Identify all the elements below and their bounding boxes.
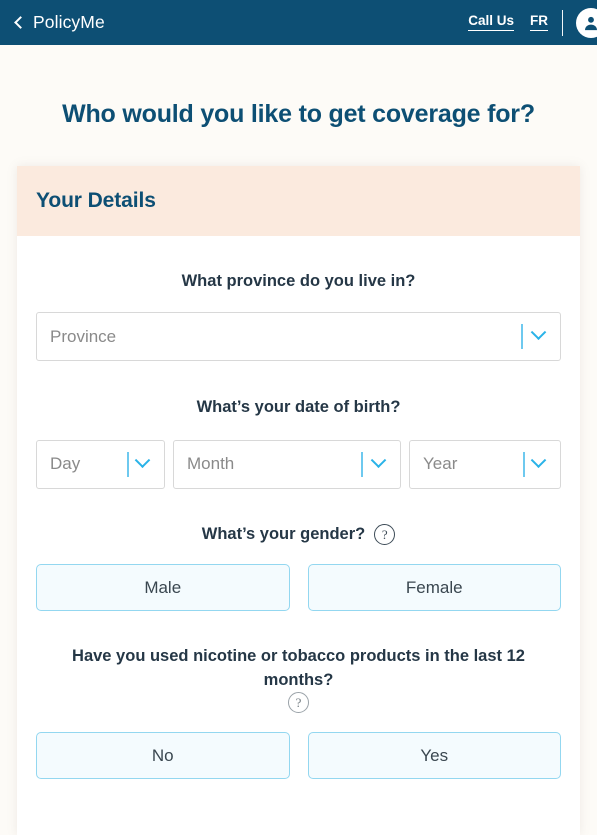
nicotine-question: Have you used nicotine or tobacco produc… — [36, 645, 561, 714]
dob-month-value: Month — [187, 454, 235, 474]
header-divider — [562, 9, 563, 36]
call-us-link[interactable]: Call Us — [468, 13, 514, 31]
select-divider — [360, 451, 363, 477]
gender-option-female[interactable]: Female — [307, 564, 561, 612]
back-chevron-icon[interactable] — [14, 16, 27, 29]
dob-question-text: What’s your date of birth? — [196, 398, 401, 417]
chevron-down-icon[interactable] — [530, 324, 547, 341]
language-toggle-fr[interactable]: FR — [530, 13, 548, 31]
dob-question: What’s your date of birth? — [36, 396, 561, 419]
app-header: PolicyMe Call Us FR — [0, 0, 597, 45]
select-divider — [126, 451, 129, 477]
card-banner: Your Details — [17, 166, 580, 236]
question-mark-icon-gender[interactable]: ? — [374, 524, 396, 546]
card-banner-title: Your Details — [36, 189, 156, 212]
gender-question: What’s your gender? ? — [36, 523, 561, 546]
gender-option-male[interactable]: Male — [36, 564, 290, 612]
nicotine-option-no[interactable]: No — [36, 732, 290, 780]
province-question-text: What province do you live in? — [181, 272, 416, 290]
dob-month-select[interactable]: Month — [173, 439, 401, 489]
dob-year-value: Year — [423, 454, 458, 474]
select-divider — [520, 324, 523, 350]
province-row: Province — [36, 312, 561, 362]
question-mark-icon-nicotine[interactable]: ? — [288, 692, 309, 714]
brand-back-link[interactable]: PolicyMe — [14, 11, 105, 32]
province-question: What province do you live in? — [36, 270, 561, 293]
dob-day-select[interactable]: Day — [36, 439, 165, 489]
page-title: Who would you like to get coverage for? — [62, 100, 535, 128]
dob-row: Day Month Year — [36, 439, 561, 489]
brand-name: PolicyMe — [33, 11, 105, 32]
dob-year-select[interactable]: Year — [409, 439, 561, 489]
nicotine-options-row: No Yes — [36, 732, 561, 780]
header-actions: Call Us FR — [468, 0, 597, 45]
card-body: What province do you live in? Province W… — [17, 270, 580, 780]
nicotine-question-text: Have you used nicotine or tobacco produc… — [72, 647, 525, 689]
select-divider — [522, 451, 525, 477]
dob-day-value: Day — [50, 454, 81, 474]
province-select[interactable]: Province — [36, 312, 561, 362]
chevron-down-icon[interactable] — [530, 452, 547, 468]
chevron-down-icon[interactable] — [134, 452, 151, 468]
gender-question-text: What’s your gender? — [201, 524, 366, 543]
gender-options-row: Male Female — [36, 564, 561, 612]
your-details-card: Your Details What province do you live i… — [17, 166, 580, 835]
province-select-value: Province — [50, 326, 117, 346]
user-avatar-icon[interactable] — [576, 7, 597, 38]
nicotine-option-yes[interactable]: Yes — [307, 732, 561, 780]
chevron-down-icon[interactable] — [370, 452, 387, 468]
